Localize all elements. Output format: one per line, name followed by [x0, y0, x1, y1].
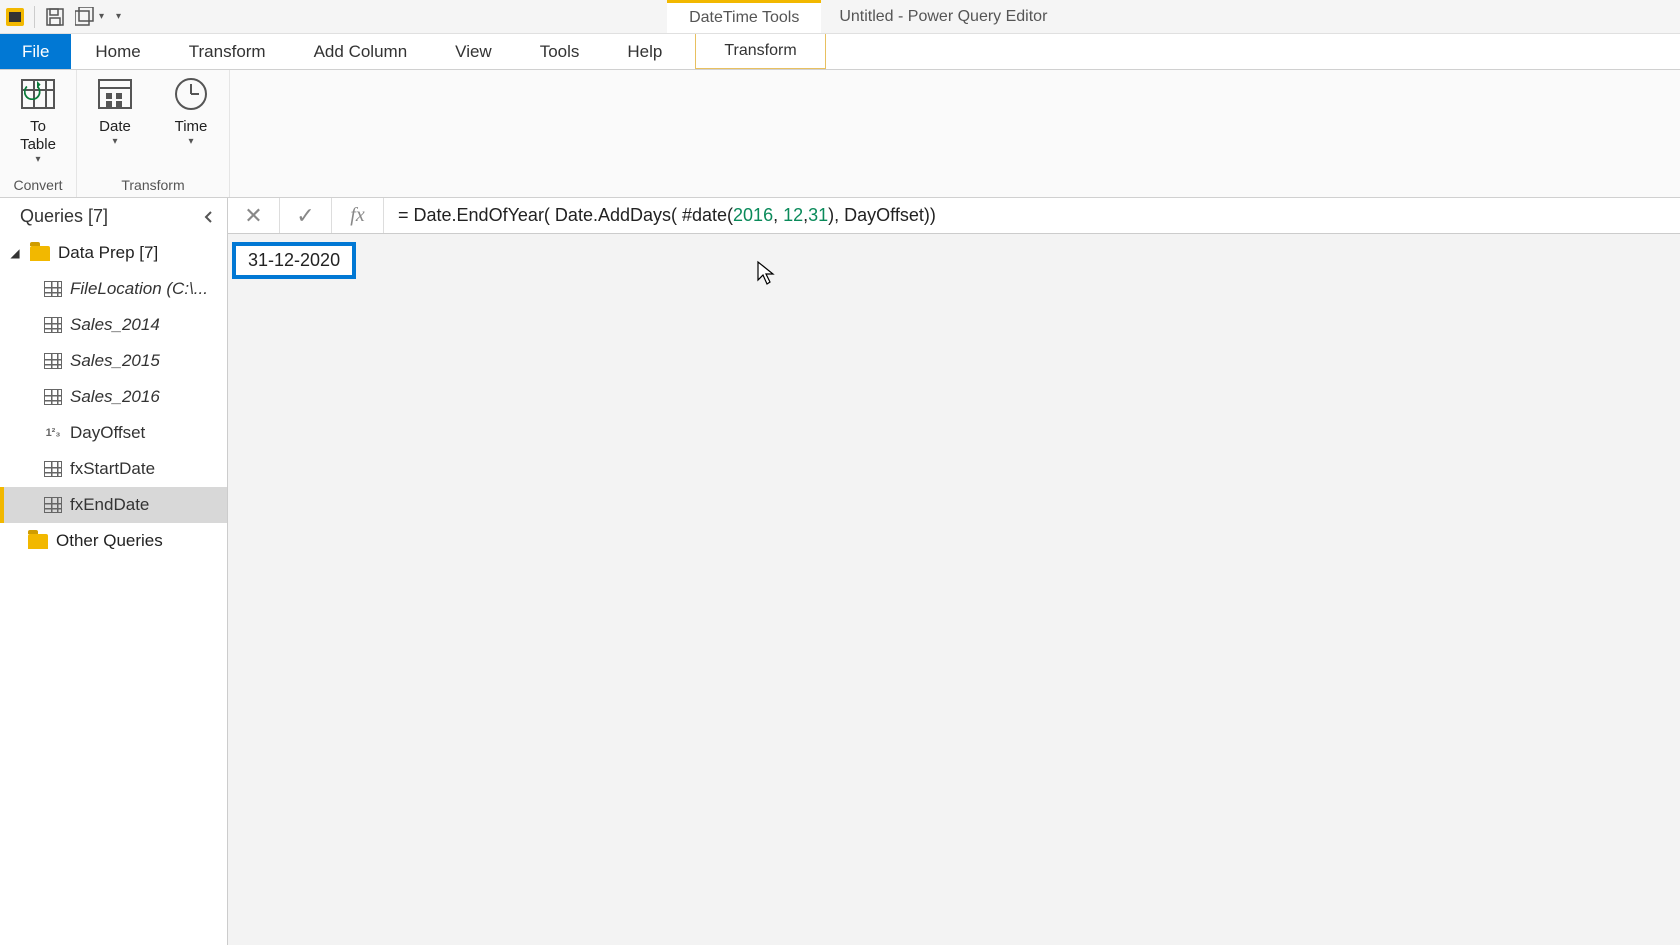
tab-transform[interactable]: Transform — [165, 34, 290, 69]
folder-label: Data Prep [7] — [58, 243, 158, 263]
chevron-down-icon: ▾ — [159, 136, 223, 148]
table-icon — [44, 497, 62, 513]
query-label: Sales_2016 — [70, 387, 160, 407]
title-center: DateTime Tools Untitled - Power Query Ed… — [127, 0, 1680, 33]
folder-icon — [30, 246, 50, 261]
window-title: Untitled - Power Query Editor — [821, 8, 1047, 26]
number-icon: 1²₃ — [44, 425, 62, 441]
query-item-fxstartdate[interactable]: fxStartDate — [0, 451, 227, 487]
queries-tree[interactable]: ◢ Data Prep [7] FileLocation (C:\... Sal… — [0, 235, 227, 945]
mouse-cursor-icon — [756, 260, 776, 291]
tab-file[interactable]: File — [0, 34, 71, 69]
query-item-sales-2016[interactable]: Sales_2016 — [0, 379, 227, 415]
tab-add-column[interactable]: Add Column — [290, 34, 432, 69]
folder-icon — [28, 534, 48, 549]
save-as-button[interactable]: ▾ — [75, 0, 104, 33]
tab-home[interactable]: Home — [71, 34, 164, 69]
chevron-down-icon: ▾ — [83, 136, 147, 148]
table-icon — [44, 353, 62, 369]
folder-expander-icon[interactable]: ◢ — [8, 246, 22, 260]
formula-input[interactable]: = Date.EndOfYear( Date.AddDays( #date(20… — [384, 198, 1680, 233]
query-item-dayoffset[interactable]: 1²₃ DayOffset — [0, 415, 227, 451]
formula-num-1: 2016 — [733, 205, 773, 226]
ribbon-group-convert: To Table ▾ Convert — [0, 70, 77, 197]
formula-num-3: 31 — [808, 205, 828, 226]
title-bar: ▾ ▾ DateTime Tools Untitled - Power Quer… — [0, 0, 1680, 34]
query-item-sales-2015[interactable]: Sales_2015 — [0, 343, 227, 379]
query-item-filelocation[interactable]: FileLocation (C:\... — [0, 271, 227, 307]
table-icon — [44, 461, 62, 477]
check-icon: ✓ — [296, 203, 314, 229]
folder-label: Other Queries — [56, 531, 163, 551]
table-icon — [44, 317, 62, 333]
app-icon — [6, 8, 24, 26]
ribbon-group-transform: Date ▾ Time ▾ Transform — [77, 70, 230, 197]
qat-separator — [34, 6, 35, 28]
formula-bar: ✕ ✓ fx = Date.EndOfYear( Date.AddDays( #… — [228, 198, 1680, 234]
query-label: fxEndDate — [70, 495, 149, 515]
context-tools-title: DateTime Tools — [667, 0, 821, 33]
date-dropdown-button[interactable]: Date ▾ — [83, 74, 147, 148]
query-label: DayOffset — [70, 423, 145, 443]
formula-commit-button[interactable]: ✓ — [280, 198, 332, 233]
formula-fx-button[interactable]: fx — [332, 198, 384, 233]
result-cell[interactable]: 31-12-2020 — [232, 242, 356, 279]
ribbon-group-label-transform: Transform — [83, 177, 223, 197]
table-icon — [44, 281, 62, 297]
time-dropdown-button[interactable]: Time ▾ — [159, 74, 223, 148]
queries-pane: Queries [7] ◢ Data Prep [7] FileLocation… — [0, 198, 228, 945]
tab-tools[interactable]: Tools — [516, 34, 604, 69]
x-icon: ✕ — [244, 203, 262, 229]
main-area: ✕ ✓ fx = Date.EndOfYear( Date.AddDays( #… — [228, 198, 1680, 945]
ribbon: To Table ▾ Convert Date ▾ Time ▾ Transfo… — [0, 70, 1680, 198]
clock-icon — [175, 78, 207, 110]
queries-pane-title: Queries [7] — [20, 206, 108, 227]
formula-text-suffix: ), DayOffset)) — [828, 205, 936, 226]
fx-icon: fx — [350, 204, 364, 227]
qat-customize-icon[interactable]: ▾ — [116, 11, 121, 22]
tab-context-transform[interactable]: Transform — [695, 34, 825, 69]
chevron-down-icon: ▾ — [6, 154, 70, 166]
query-label: Sales_2015 — [70, 351, 160, 371]
calendar-icon — [98, 79, 132, 109]
save-button[interactable] — [45, 0, 65, 33]
collapse-pane-button[interactable] — [199, 207, 219, 227]
to-table-button[interactable]: To Table ▾ — [6, 74, 70, 166]
tab-view[interactable]: View — [431, 34, 516, 69]
to-table-label-1: To — [30, 118, 46, 135]
query-label: FileLocation (C:\... — [70, 279, 208, 299]
formula-text-prefix: = Date.EndOfYear( Date.AddDays( #date( — [398, 205, 733, 226]
query-label: Sales_2014 — [70, 315, 160, 335]
folder-data-prep[interactable]: ◢ Data Prep [7] — [0, 235, 227, 271]
folder-other-queries[interactable]: Other Queries — [0, 523, 227, 559]
ribbon-tab-strip: File Home Transform Add Column View Tool… — [0, 34, 1680, 70]
date-button-label: Date — [99, 118, 131, 135]
query-item-sales-2014[interactable]: Sales_2014 — [0, 307, 227, 343]
to-table-label-2: Table — [20, 136, 56, 153]
time-button-label: Time — [175, 118, 208, 135]
quick-access-toolbar: ▾ ▾ — [0, 0, 127, 33]
query-item-fxenddate[interactable]: fxEndDate — [0, 487, 227, 523]
ribbon-group-label-convert: Convert — [6, 177, 70, 197]
table-icon — [44, 389, 62, 405]
formula-num-2: 12 — [783, 205, 803, 226]
queries-pane-header: Queries [7] — [0, 198, 227, 235]
formula-cancel-button[interactable]: ✕ — [228, 198, 280, 233]
query-label: fxStartDate — [70, 459, 155, 479]
tab-help[interactable]: Help — [603, 34, 686, 69]
chevron-down-icon: ▾ — [99, 11, 104, 22]
